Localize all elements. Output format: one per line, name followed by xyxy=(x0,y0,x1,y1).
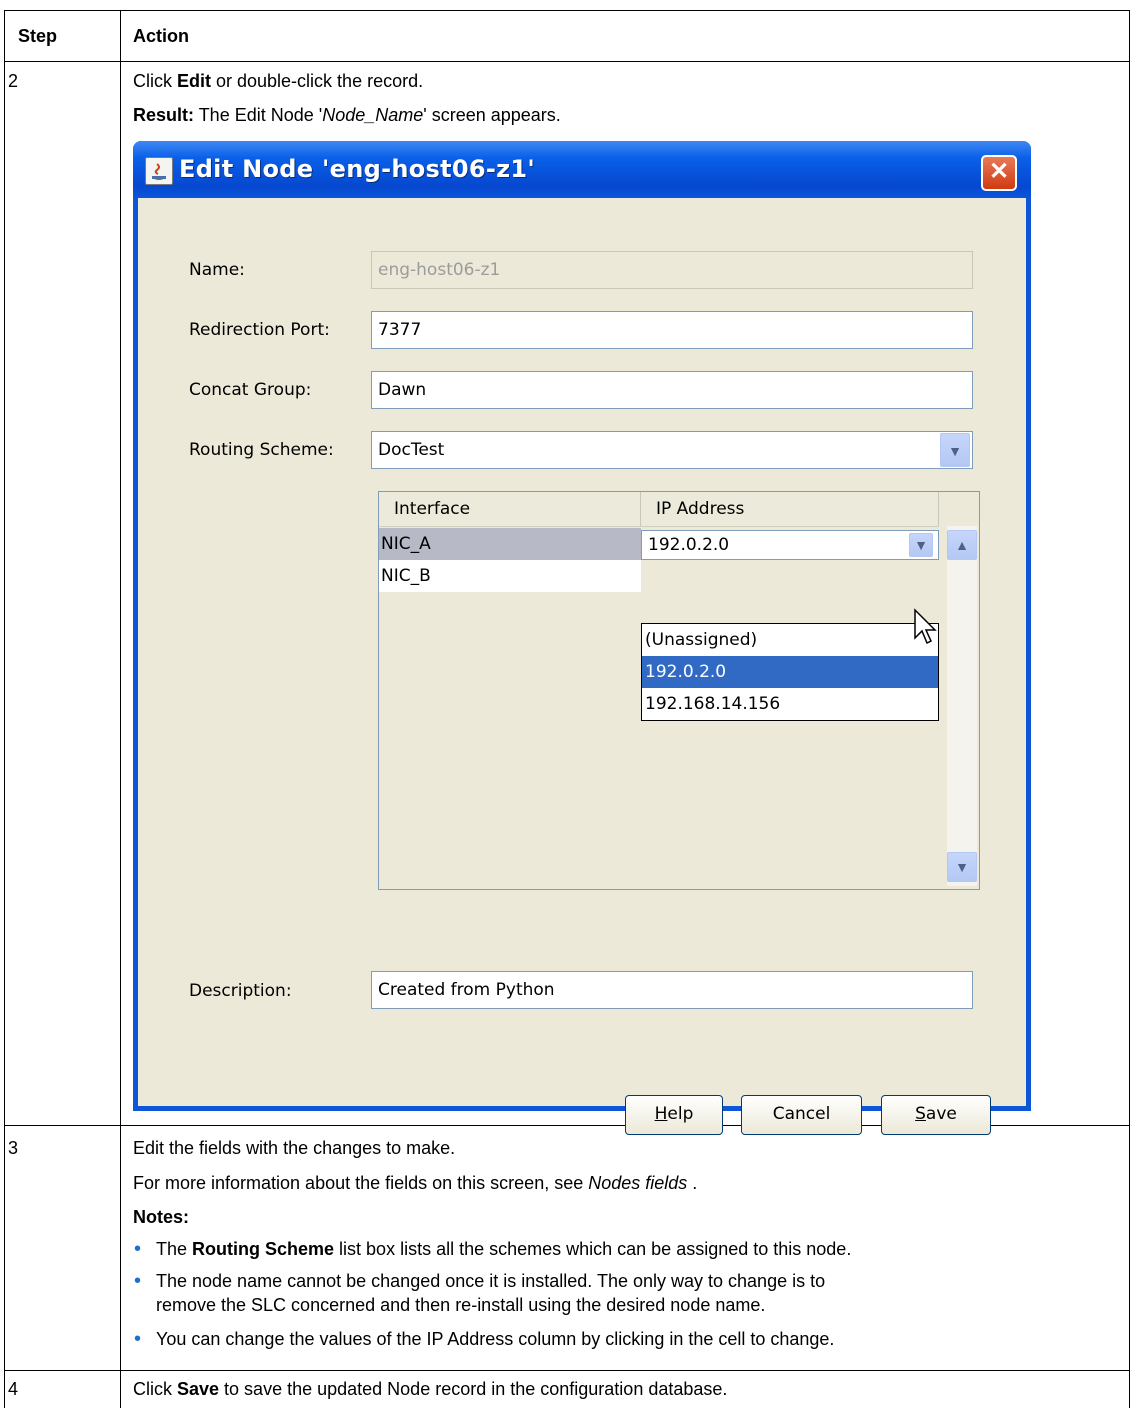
table-border-top xyxy=(4,10,1130,11)
chevron-down-icon[interactable]: ▼ xyxy=(940,433,970,467)
close-icon[interactable]: ✕ xyxy=(981,155,1017,191)
name-label: Name: xyxy=(189,260,245,280)
cancel-button[interactable]: Cancel xyxy=(741,1095,862,1135)
scroll-down-icon[interactable]: ▼ xyxy=(947,852,977,882)
instruction-line: Edit the fields with the changes to make… xyxy=(133,1138,456,1158)
dropdown-option-selected[interactable]: 192.0.2.0 xyxy=(642,656,938,688)
instruction-line: Click Save to save the updated Node reco… xyxy=(133,1379,728,1399)
edit-node-dialog: Edit Node 'eng-host06-z1' ✕ Name: eng-ho… xyxy=(133,141,1031,1135)
header-action: Action xyxy=(133,26,189,46)
column-header-interface[interactable]: Interface xyxy=(379,492,641,526)
table-divider xyxy=(4,1370,1130,1371)
dialog-title: Edit Node 'eng-host06-z1' xyxy=(179,155,536,183)
step-number: 4 xyxy=(8,1379,19,1399)
description-label: Description: xyxy=(189,981,292,1001)
notes-label: Notes: xyxy=(133,1207,190,1227)
java-app-icon xyxy=(145,157,173,185)
note-item: The Routing Scheme list box lists all th… xyxy=(156,1239,852,1259)
concat-group-label: Concat Group: xyxy=(189,380,312,400)
column-header-ip-address[interactable]: IP Address xyxy=(641,492,939,526)
header-step: Step xyxy=(18,26,58,46)
redirection-port-field[interactable]: 7377 xyxy=(371,311,973,349)
dropdown-option[interactable]: (Unassigned) xyxy=(642,624,938,656)
bullet-icon: • xyxy=(134,1238,142,1260)
step-number: 2 xyxy=(8,71,19,91)
note-item: The node name cannot be changed once it … xyxy=(156,1271,826,1291)
chevron-down-icon[interactable]: ▼ xyxy=(909,533,933,557)
instruction-line: Click Edit or double-click the record. xyxy=(133,71,424,91)
bullet-icon: • xyxy=(134,1270,142,1292)
ip-address-cell-editor[interactable]: 192.0.2.0 xyxy=(641,530,939,560)
vertical-scrollbar[interactable]: ▲ ▼ xyxy=(947,526,977,886)
info-line: For more information about the fields on… xyxy=(133,1173,698,1193)
dialog-titlebar[interactable]: Edit Node 'eng-host06-z1' ✕ xyxy=(133,141,1031,198)
bullet-icon: • xyxy=(134,1328,142,1350)
result-line: Result: The Edit Node 'Node_Name' screen… xyxy=(133,105,561,125)
help-button[interactable]: Help xyxy=(625,1095,723,1135)
table-row-interface[interactable]: NIC_B xyxy=(379,560,641,592)
step-number: 3 xyxy=(8,1138,19,1158)
ip-address-dropdown: (Unassigned) 192.0.2.0 192.168.14.156 xyxy=(641,623,939,721)
note-item: You can change the values of the IP Addr… xyxy=(156,1329,835,1349)
table-border-right xyxy=(1129,10,1130,1408)
redirection-port-label: Redirection Port: xyxy=(189,320,330,340)
table-divider xyxy=(4,61,1130,62)
routing-scheme-label: Routing Scheme: xyxy=(189,440,334,460)
scroll-up-icon[interactable]: ▲ xyxy=(947,530,977,560)
save-button[interactable]: Save xyxy=(881,1095,991,1135)
table-header: Interface IP Address xyxy=(379,492,939,527)
dropdown-option[interactable]: 192.168.14.156 xyxy=(642,688,938,720)
mouse-cursor-icon xyxy=(914,608,937,645)
concat-group-field[interactable]: Dawn xyxy=(371,371,973,409)
table-divider-col xyxy=(120,10,121,1408)
description-field[interactable]: Created from Python xyxy=(371,971,973,1009)
table-border-left xyxy=(4,10,5,1408)
note-item-cont: remove the SLC concerned and then re-ins… xyxy=(156,1295,766,1315)
table-row-interface[interactable]: NIC_A xyxy=(379,528,641,560)
name-field: eng-host06-z1 xyxy=(371,251,973,289)
dialog-body: Name: eng-host06-z1 Redirection Port: 73… xyxy=(138,198,1026,1135)
routing-scheme-select[interactable]: DocTest xyxy=(371,431,973,469)
